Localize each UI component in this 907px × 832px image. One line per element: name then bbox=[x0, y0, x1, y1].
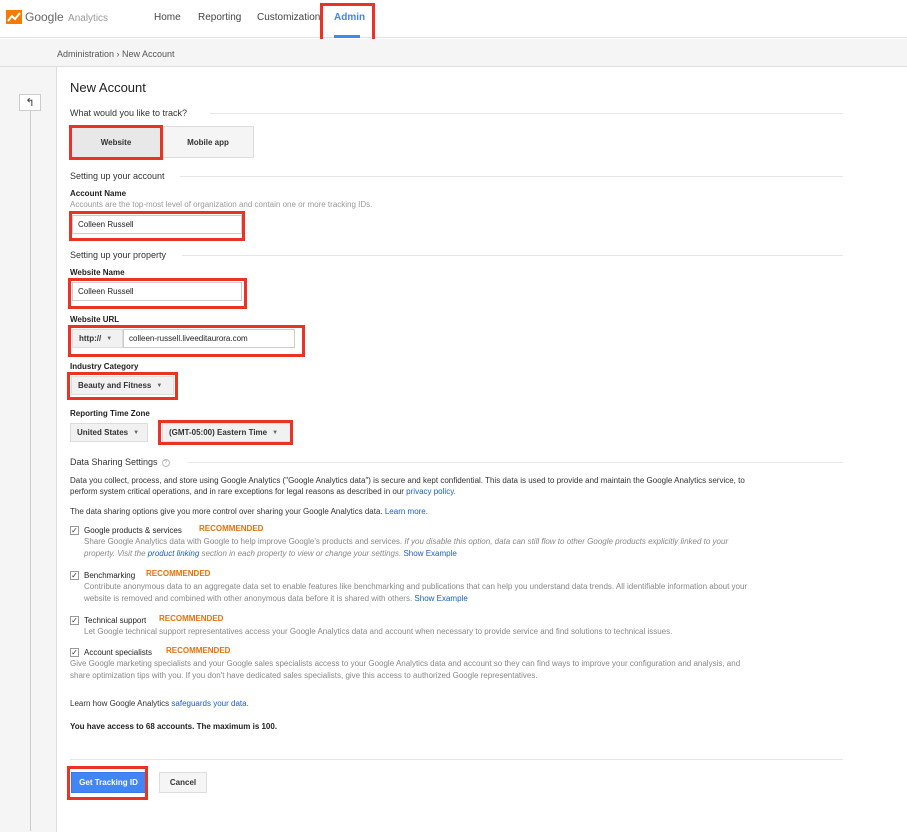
logo-subtext: Analytics bbox=[68, 13, 109, 24]
account-specialists-label: Account specialists bbox=[84, 648, 153, 657]
help-icon[interactable]: ? bbox=[161, 458, 170, 467]
page-title: New Account bbox=[70, 80, 146, 95]
google-products-desc-italic: If you disable this option, data can sti… bbox=[404, 537, 729, 546]
breadcrumb[interactable]: Administration › New Account bbox=[57, 49, 175, 59]
learn-how-text: Learn how Google Analytics bbox=[70, 699, 172, 708]
google-products-desc-a: Share Google Analytics data with Google … bbox=[84, 537, 405, 546]
cancel-button[interactable]: Cancel bbox=[159, 772, 207, 793]
divider bbox=[182, 255, 843, 256]
google-products-desc: Share Google Analytics data with Google … bbox=[84, 536, 844, 560]
caret-down-icon: ▼ bbox=[133, 429, 140, 436]
google-products-label: Google products & services bbox=[84, 526, 182, 535]
google-products-desc-line2: property. Visit the product linking sect… bbox=[84, 548, 844, 560]
benchmarking-desc-line1: Contribute anonymous data to an aggregat… bbox=[84, 582, 748, 591]
privacy-policy-link[interactable]: privacy policy. bbox=[406, 487, 456, 496]
account-specialists-checkbox[interactable]: ✓ bbox=[70, 648, 79, 657]
back-arrow-icon[interactable]: ↰ bbox=[19, 94, 41, 111]
account-name-label: Account Name bbox=[70, 189, 127, 198]
website-name-input[interactable]: Colleen Russell bbox=[72, 282, 242, 301]
benchmarking-desc-b: website is removed and combined with oth… bbox=[84, 594, 415, 603]
industry-value: Beauty and Fitness bbox=[78, 381, 152, 390]
benchmarking-desc-line2: website is removed and combined with oth… bbox=[84, 593, 844, 605]
google-products-desc-line1: Share Google Analytics data with Google … bbox=[84, 536, 844, 548]
get-tracking-id-button[interactable]: Get Tracking ID bbox=[71, 772, 146, 793]
top-bar: Google Analytics Home Reporting Customiz… bbox=[0, 0, 907, 38]
benchmarking-label: Benchmarking bbox=[84, 571, 136, 580]
protocol-dropdown[interactable]: http:// ▼ bbox=[72, 329, 123, 348]
divider bbox=[188, 462, 843, 463]
technical-support-checkbox[interactable]: ✓ bbox=[70, 616, 79, 625]
time-zone-dropdown[interactable]: (GMT-05:00) Eastern Time ▼ bbox=[162, 423, 291, 442]
data-sharing-intro-2: The data sharing options give you more c… bbox=[70, 506, 850, 517]
industry-category-label: Industry Category bbox=[70, 362, 139, 371]
caret-down-icon: ▼ bbox=[106, 335, 113, 342]
nav-customization[interactable]: Customization bbox=[257, 12, 320, 23]
benchmarking-desc: Contribute anonymous data to an aggregat… bbox=[84, 581, 844, 605]
intro-2-text: The data sharing options give you more c… bbox=[70, 507, 385, 516]
time-zone-label: Reporting Time Zone bbox=[70, 409, 150, 418]
ga-logo[interactable]: Google Analytics bbox=[6, 10, 108, 24]
recommended-badge: RECOMMENDED bbox=[159, 614, 224, 623]
product-linking-link[interactable]: product linking bbox=[148, 549, 200, 558]
learn-more-link[interactable]: Learn more. bbox=[385, 507, 428, 516]
website-name-label: Website Name bbox=[70, 268, 125, 277]
active-nav-underline bbox=[334, 35, 360, 38]
website-url-input[interactable]: colleen-russell.liveeditaurora.com bbox=[123, 329, 295, 348]
divider bbox=[70, 759, 843, 760]
left-rail: ↰ bbox=[0, 67, 57, 832]
recommended-badge: RECOMMENDED bbox=[199, 524, 264, 533]
account-specialists-desc-line1: Give Google marketing specialists and yo… bbox=[70, 659, 741, 668]
caret-down-icon: ▼ bbox=[272, 429, 279, 436]
show-example-link[interactable]: Show Example bbox=[403, 549, 456, 558]
google-products-desc-italic-3: section in each property to view or chan… bbox=[199, 549, 402, 558]
divider bbox=[180, 176, 843, 177]
safeguards-link[interactable]: safeguards your data. bbox=[171, 699, 248, 708]
logo-text: Google bbox=[25, 10, 64, 24]
benchmarking-checkbox[interactable]: ✓ bbox=[70, 571, 79, 580]
track-question: What would you like to track? bbox=[70, 108, 188, 118]
safeguards-note: Learn how Google Analytics safeguards yo… bbox=[70, 698, 249, 709]
account-name-help: Accounts are the top-most level of organ… bbox=[70, 200, 373, 209]
data-sharing-intro: Data you collect, process, and store usi… bbox=[70, 475, 850, 497]
industry-category-dropdown[interactable]: Beauty and Fitness ▼ bbox=[71, 376, 174, 395]
website-url-label: Website URL bbox=[70, 315, 120, 324]
time-zone-value: (GMT-05:00) Eastern Time bbox=[169, 428, 268, 437]
intro-line-2-text: perform system critical operations, and … bbox=[70, 487, 407, 496]
google-products-desc-italic-2: property. Visit the bbox=[84, 549, 148, 558]
divider bbox=[210, 113, 843, 114]
technical-support-desc: Let Google technical support representat… bbox=[84, 627, 673, 636]
intro-line-1: Data you collect, process, and store usi… bbox=[70, 476, 745, 485]
data-sharing-title-text: Data Sharing Settings bbox=[70, 457, 158, 467]
data-sharing-title: Data Sharing Settings? bbox=[70, 457, 170, 467]
show-example-link[interactable]: Show Example bbox=[414, 594, 467, 603]
website-option-button[interactable]: Website bbox=[70, 126, 162, 158]
technical-support-label: Technical support bbox=[84, 616, 147, 625]
google-products-checkbox[interactable]: ✓ bbox=[70, 526, 79, 535]
account-specialists-desc: Give Google marketing specialists and yo… bbox=[70, 658, 844, 682]
recommended-badge: RECOMMENDED bbox=[146, 569, 211, 578]
recommended-badge: RECOMMENDED bbox=[166, 646, 231, 655]
country-value: United States bbox=[77, 428, 129, 437]
breadcrumb-bar: Administration › New Account bbox=[0, 39, 907, 67]
account-specialists-desc-line2: share optimization tips with you. If you… bbox=[70, 671, 538, 680]
analytics-logo-icon bbox=[6, 10, 22, 24]
property-section-title: Setting up your property bbox=[70, 250, 167, 260]
mobile-app-option-button[interactable]: Mobile app bbox=[162, 126, 254, 158]
caret-down-icon: ▼ bbox=[156, 382, 163, 389]
account-section-title: Setting up your account bbox=[70, 171, 165, 181]
protocol-value: http:// bbox=[79, 334, 102, 343]
rail-line bbox=[30, 111, 31, 831]
nav-reporting[interactable]: Reporting bbox=[198, 12, 241, 23]
nav-admin[interactable]: Admin bbox=[334, 12, 365, 23]
nav-home[interactable]: Home bbox=[154, 12, 181, 23]
intro-line-2: perform system critical operations, and … bbox=[70, 486, 850, 497]
account-name-input[interactable]: Colleen Russell bbox=[72, 215, 242, 234]
account-limit-note: You have access to 68 accounts. The maxi… bbox=[70, 722, 278, 731]
country-dropdown[interactable]: United States ▼ bbox=[70, 423, 148, 442]
